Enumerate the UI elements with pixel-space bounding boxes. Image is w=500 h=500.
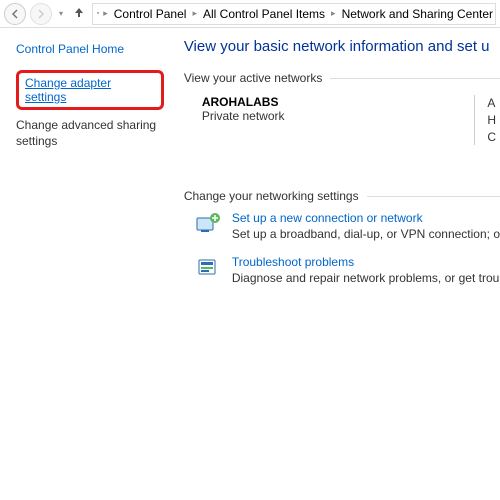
content-area: Control Panel Home Change adapter settin… xyxy=(0,28,500,500)
network-name: AROHALABS xyxy=(202,95,285,109)
troubleshoot-option[interactable]: Troubleshoot problems Diagnose and repai… xyxy=(184,247,500,291)
change-adapter-settings-link[interactable]: Change adapter settings xyxy=(25,76,111,104)
option-title: Troubleshoot problems xyxy=(232,255,499,269)
change-settings-label: Change your networking settings xyxy=(184,189,500,203)
recent-dropdown-icon[interactable]: ▾ xyxy=(56,9,66,18)
section-text: Change your networking settings xyxy=(184,189,359,203)
sidebar: Control Panel Home Change adapter settin… xyxy=(0,28,164,500)
troubleshoot-icon xyxy=(194,255,222,281)
address-toolbar: ▾ ▸ Control Panel ▸ All Control Panel It… xyxy=(0,0,500,28)
forward-button[interactable] xyxy=(30,3,52,25)
change-sharing-settings-link[interactable]: Change advanced sharing settings xyxy=(16,118,164,149)
control-panel-icon xyxy=(97,6,99,22)
option-desc: Diagnose and repair network problems, or… xyxy=(232,271,499,285)
network-type: Private network xyxy=(202,109,285,123)
back-button[interactable] xyxy=(4,3,26,25)
section-text: View your active networks xyxy=(184,71,323,85)
option-title: Set up a new connection or network xyxy=(232,211,500,225)
main-panel: View your basic network information and … xyxy=(164,28,500,500)
setup-connection-icon xyxy=(194,211,222,237)
control-panel-home-link[interactable]: Control Panel Home xyxy=(16,42,164,56)
detail-line: H xyxy=(487,112,496,129)
chevron-right-icon: ▸ xyxy=(101,8,110,19)
highlight-annotation: Change adapter settings xyxy=(16,70,164,110)
divider xyxy=(367,196,500,197)
up-button[interactable] xyxy=(70,5,88,23)
active-networks-label: View your active networks xyxy=(184,71,500,85)
address-bar[interactable]: ▸ Control Panel ▸ All Control Panel Item… xyxy=(92,3,496,25)
active-network-row: AROHALABS Private network A H C xyxy=(184,85,500,155)
detail-line: A xyxy=(487,95,496,112)
chevron-right-icon: ▸ xyxy=(329,8,338,19)
page-title: View your basic network information and … xyxy=(184,38,500,55)
option-desc: Set up a broadband, dial-up, or VPN conn… xyxy=(232,227,500,241)
divider xyxy=(330,78,500,79)
breadcrumb-item[interactable]: All Control Panel Items xyxy=(201,6,327,22)
detail-line: C xyxy=(487,129,496,146)
breadcrumb-item[interactable]: Control Panel xyxy=(112,6,189,22)
setup-connection-option[interactable]: Set up a new connection or network Set u… xyxy=(184,203,500,247)
chevron-right-icon: ▸ xyxy=(190,8,199,19)
network-details: A H C xyxy=(474,95,496,145)
breadcrumb-item[interactable]: Network and Sharing Center xyxy=(340,6,495,22)
